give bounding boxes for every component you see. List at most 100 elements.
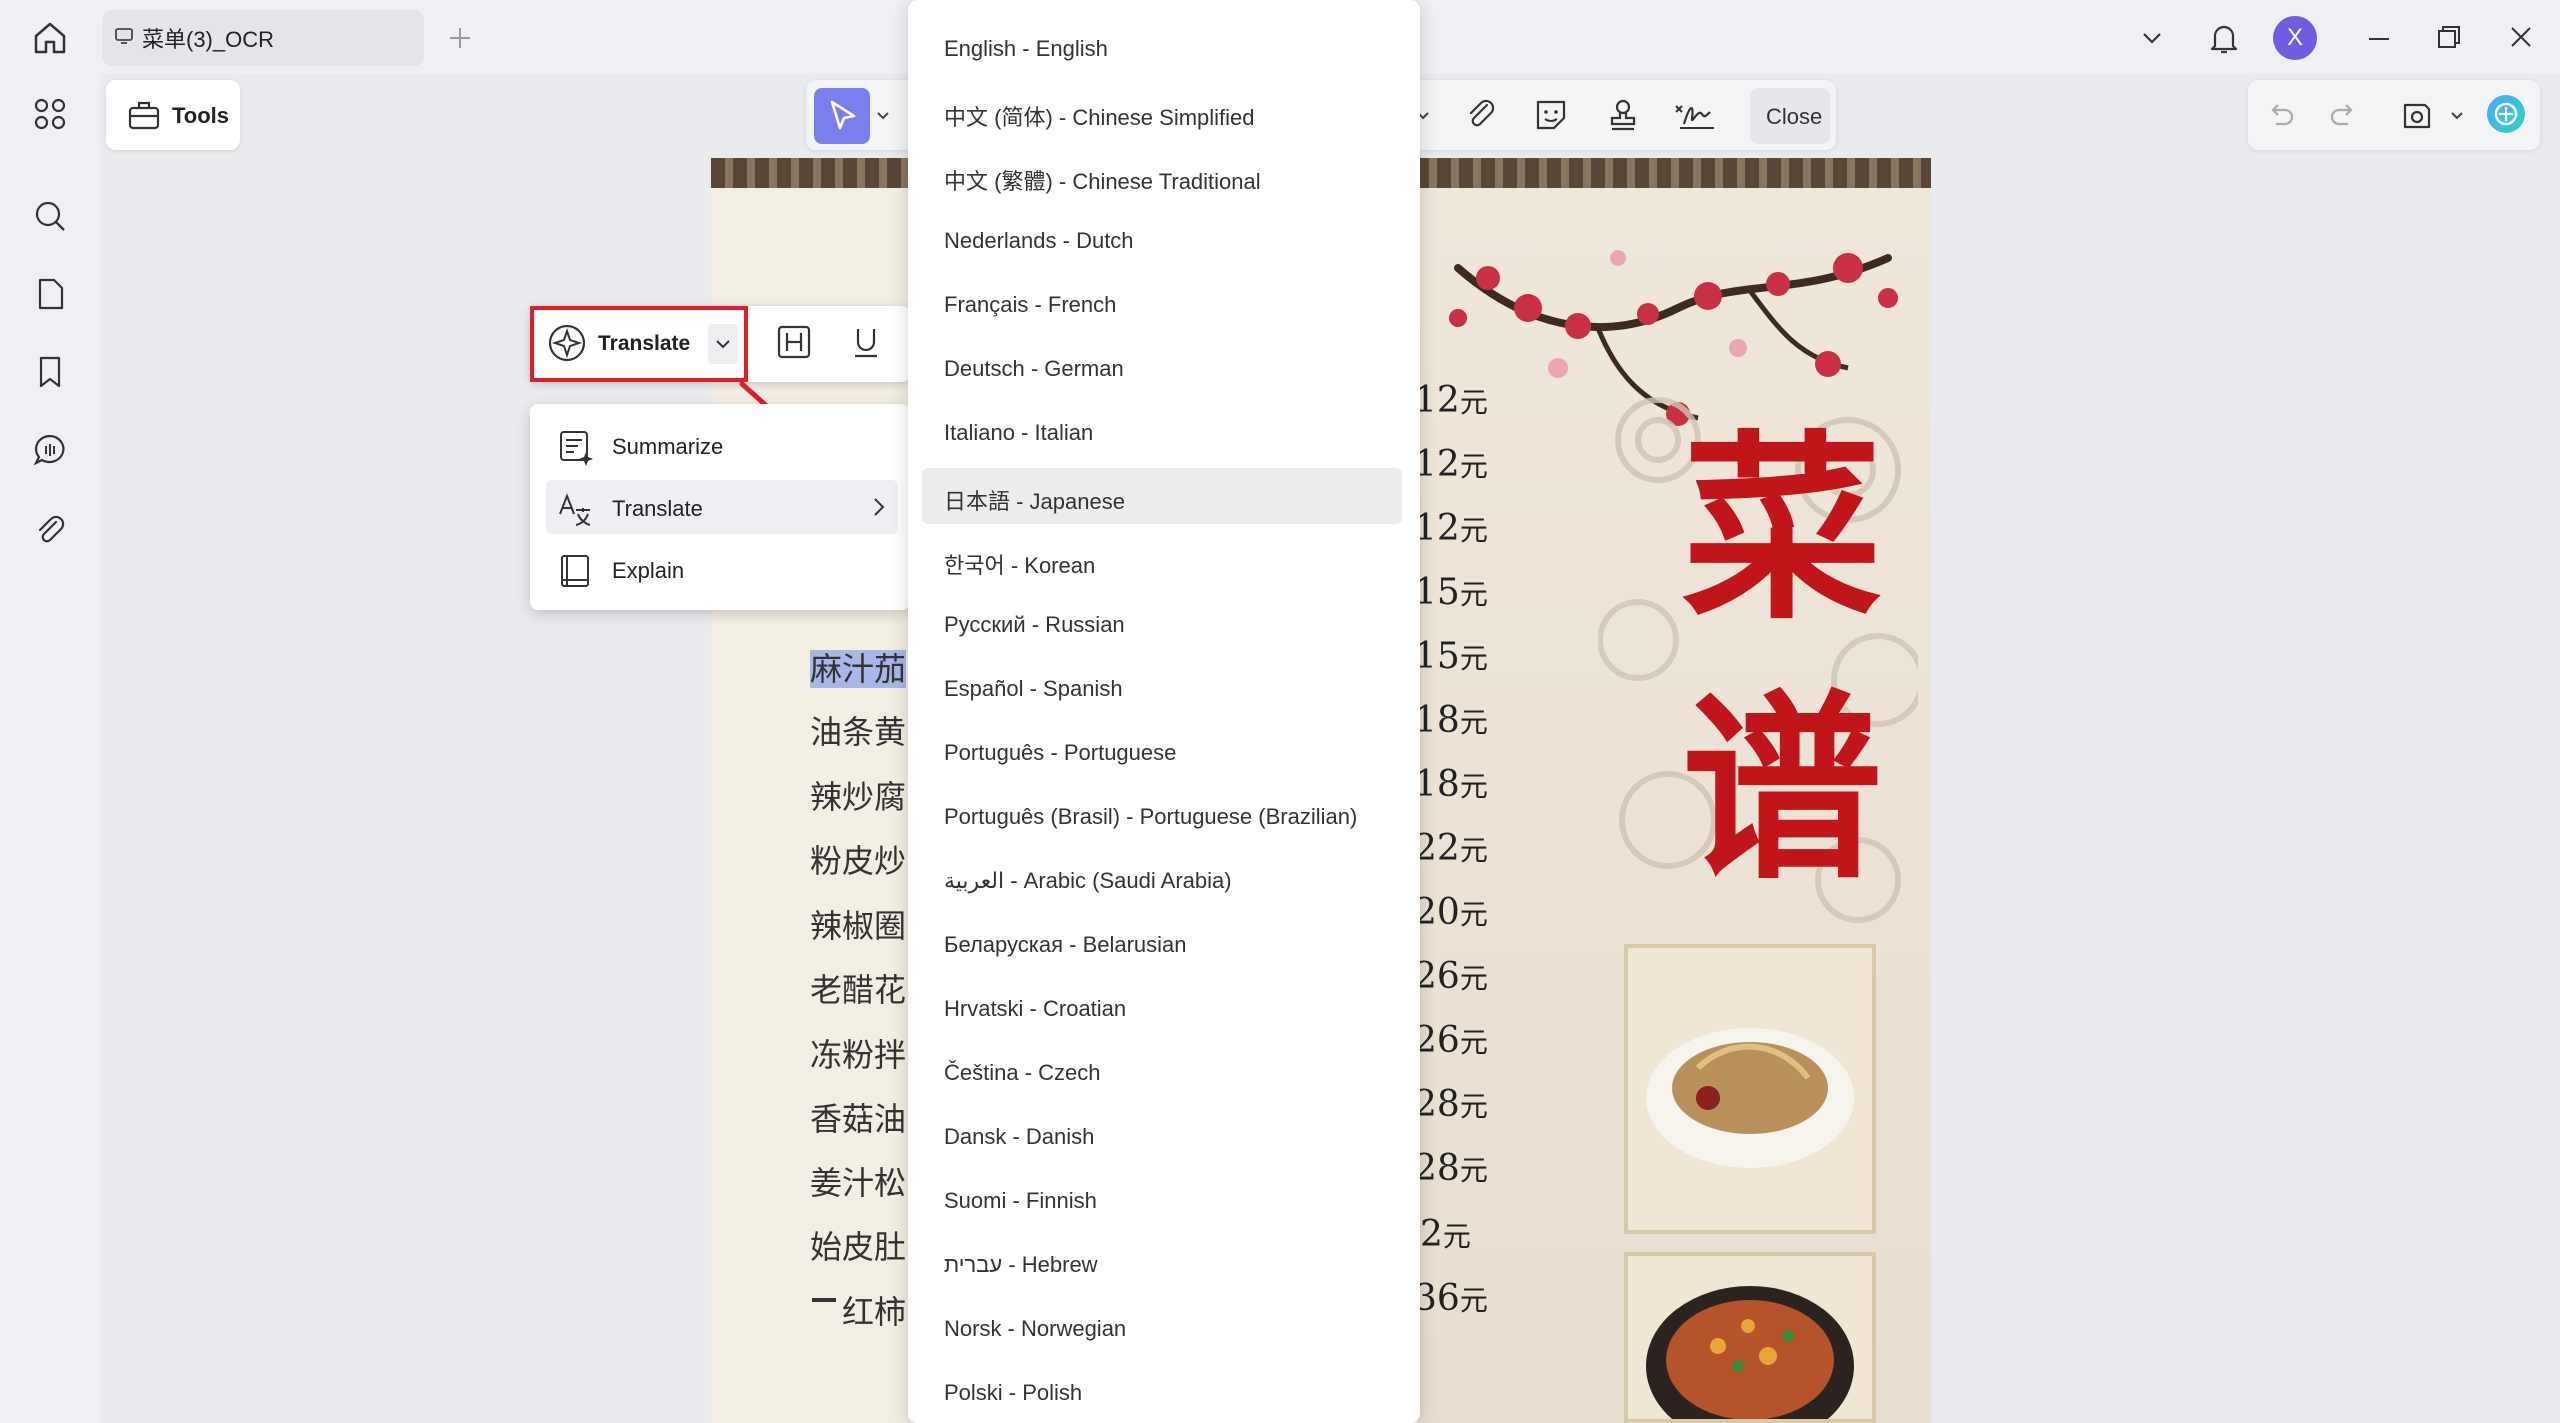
sticker-icon[interactable] <box>1532 96 1570 134</box>
language-option[interactable]: Deutsch - German <box>922 340 1402 396</box>
menu-title-char-1: 菜 <box>1682 412 1883 647</box>
language-option[interactable]: Dansk - Danish <box>922 1108 1402 1164</box>
paperclip-icon[interactable] <box>1462 96 1500 134</box>
dish-name: 冻粉拌 <box>810 1036 907 1074</box>
language-option[interactable]: Français - French <box>922 276 1402 332</box>
dish-price: 36元 <box>1414 1278 1488 1319</box>
dish-price: 12元 <box>1414 508 1488 549</box>
dish-name: 始皮肚 <box>810 1228 907 1266</box>
language-option[interactable]: 한국어 - Korean <box>922 532 1402 588</box>
menu-item-label: Summarize <box>612 434 724 459</box>
price-value: 12 <box>1414 380 1460 421</box>
home-icon[interactable] <box>30 18 70 58</box>
save-chevron-icon[interactable] <box>2448 106 2466 124</box>
language-option[interactable]: 中文 (简体) - Chinese Simplified <box>922 84 1402 140</box>
translate-highlight-frame <box>530 306 748 382</box>
price-value: 12 <box>1414 444 1460 485</box>
language-option-label: 日本語 - Japanese <box>944 489 1125 514</box>
comments-icon[interactable] <box>32 432 68 468</box>
dish-price: 15元 <box>1414 572 1488 613</box>
dish-name: 辣炒腐 <box>810 778 907 816</box>
price-currency: 元 <box>1459 1284 1488 1317</box>
price-value: 28 <box>1414 1084 1460 1125</box>
dish-price: 26元 <box>1414 956 1488 997</box>
avatar[interactable]: X <box>2273 16 2317 60</box>
price-currency: 元 <box>1459 642 1488 675</box>
window-close-icon[interactable] <box>2506 22 2536 52</box>
language-option-label: العربية - Arabic (Saudi Arabia) <box>944 868 1232 893</box>
language-option[interactable]: Português - Portuguese <box>922 724 1402 780</box>
undo-icon[interactable] <box>2264 98 2298 132</box>
select-tool-chevron-icon[interactable] <box>874 106 892 124</box>
price-value: 20 <box>1414 892 1460 933</box>
dish-price: 28元 <box>1414 1148 1488 1189</box>
language-option[interactable]: Русский - Russian <box>922 596 1402 652</box>
dish-name-highlighted: 麻汁茄 <box>810 650 907 688</box>
language-option[interactable]: Suomi - Finnish <box>922 1172 1402 1228</box>
language-option-label: Čeština - Czech <box>944 1060 1101 1085</box>
ai-assistant-icon[interactable] <box>2484 92 2528 136</box>
language-option[interactable]: 中文 (繁體) - Chinese Traditional <box>922 148 1402 204</box>
menu-item-translate[interactable]: Translate <box>546 480 898 534</box>
language-option[interactable]: Čeština - Czech <box>922 1044 1402 1100</box>
minimize-icon[interactable] <box>2364 24 2394 54</box>
price-currency: 元 <box>1459 1154 1488 1187</box>
dish-name: 麻汁茄 <box>810 644 907 690</box>
language-option[interactable]: Nederlands - Dutch <box>922 212 1402 268</box>
price-value: 15 <box>1414 636 1460 677</box>
menu-item-explain[interactable]: Explain <box>546 542 898 596</box>
redo-icon[interactable] <box>2326 98 2360 132</box>
language-option[interactable]: Português (Brasil) - Portuguese (Brazili… <box>922 788 1402 844</box>
language-option[interactable]: Hrvatski - Croatian <box>922 980 1402 1036</box>
save-icon[interactable] <box>2398 96 2436 134</box>
signature-icon[interactable] <box>1672 96 1718 134</box>
language-option-label: Русский - Russian <box>944 612 1125 637</box>
chevron-down-icon[interactable] <box>2138 24 2166 52</box>
price-currency: 元 <box>1459 1026 1488 1059</box>
language-option-label: Dansk - Danish <box>944 1124 1095 1149</box>
language-option[interactable]: Italiano - Italian <box>922 404 1402 460</box>
pages-icon[interactable] <box>32 276 68 312</box>
price-currency: 元 <box>1459 962 1488 995</box>
price-value: 18 <box>1414 700 1460 741</box>
underline-icon[interactable] <box>846 322 886 362</box>
dish-price: 26元 <box>1414 1020 1488 1061</box>
apps-grid-icon[interactable] <box>32 96 68 132</box>
language-option-label: 中文 (繁體) - Chinese Traditional <box>944 169 1261 194</box>
price-currency: 元 <box>1459 450 1488 483</box>
search-icon[interactable] <box>32 198 68 234</box>
chevron-right-icon <box>868 496 890 518</box>
price-currency: 元 <box>1459 578 1488 611</box>
attachment-icon[interactable] <box>32 512 68 548</box>
language-option[interactable]: العربية - Arabic (Saudi Arabia) <box>922 852 1402 908</box>
language-option[interactable]: Norsk - Norwegian <box>922 1300 1402 1356</box>
stamp-icon[interactable] <box>1604 96 1642 134</box>
language-option[interactable]: Polski - Polish <box>922 1364 1402 1420</box>
menu-item-label: Translate <box>612 496 703 521</box>
language-option-label: Français - French <box>944 292 1117 317</box>
bookmark-icon[interactable] <box>32 354 68 390</box>
language-option-label: Italiano - Italian <box>944 420 1094 445</box>
heading-icon[interactable] <box>774 322 814 362</box>
language-option-label: עברית - Hebrew <box>944 1252 1098 1277</box>
new-tab-icon[interactable] <box>446 24 474 52</box>
price-currency: 元 <box>1459 386 1488 419</box>
restore-icon[interactable] <box>2434 22 2464 52</box>
menu-item-summarize[interactable]: Summarize <box>546 418 898 472</box>
language-option[interactable]: Беларуская - Belarusian <box>922 916 1402 972</box>
language-option-label: Español - Spanish <box>944 676 1123 701</box>
select-tool-button[interactable] <box>814 88 870 144</box>
price-value: 26 <box>1414 956 1460 997</box>
language-option-label: 中文 (简体) - Chinese Simplified <box>944 105 1255 130</box>
dish-price: 12元 <box>1414 380 1488 421</box>
language-option-label: Hrvatski - Croatian <box>944 996 1127 1021</box>
monitor-icon <box>114 26 134 46</box>
language-option[interactable]: Español - Spanish <box>922 660 1402 716</box>
language-option[interactable]: עברית - Hebrew <box>922 1236 1402 1292</box>
price-currency: 元 <box>1459 770 1488 803</box>
menu-item-label: Explain <box>612 558 685 583</box>
price-currency: 元 <box>1459 898 1488 931</box>
language-option-selected[interactable]: 日本語 - Japanese <box>922 468 1402 524</box>
language-option[interactable]: English - English <box>922 20 1402 76</box>
bell-icon[interactable] <box>2206 20 2242 56</box>
